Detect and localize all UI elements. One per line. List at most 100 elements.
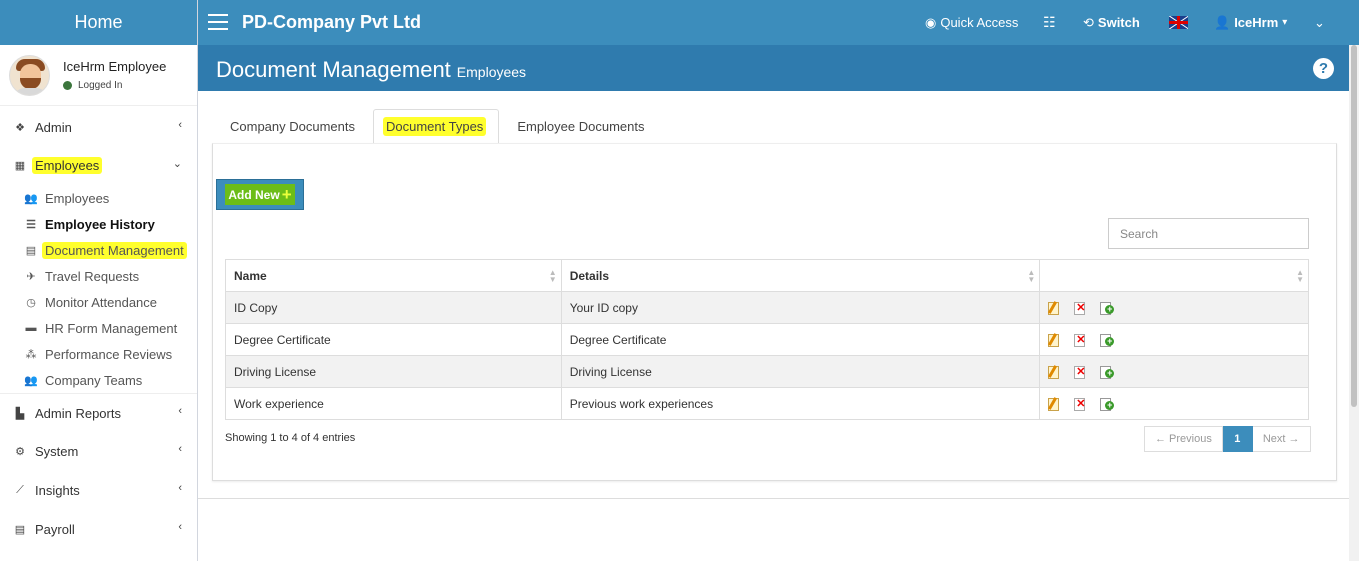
sitemap-icon: ⁂ <box>25 348 37 361</box>
sidebar-item-label: Employees <box>32 156 103 174</box>
sidebar-item-label: Insights <box>35 483 80 498</box>
chevron-down-icon[interactable]: ⌄ <box>1314 0 1325 45</box>
edit-icon[interactable] <box>1048 333 1060 347</box>
chevron-left-icon: ‹ <box>178 521 182 533</box>
next-page-button[interactable]: Next → <box>1252 426 1311 452</box>
switch-button[interactable]: ⟲ Switch <box>1083 0 1140 45</box>
list-icon: ☰ <box>26 218 36 231</box>
table-row: ID Copy Your ID copy <box>225 291 1309 324</box>
tab-document-types[interactable]: Document Types <box>373 109 500 144</box>
submenu-hr-form-management[interactable]: ▬ HR Form Management <box>0 315 197 341</box>
cell-actions <box>1039 291 1309 324</box>
chevron-left-icon: ‹ <box>178 482 182 494</box>
copy-icon[interactable] <box>1100 301 1115 315</box>
grid-icon: ▦ <box>14 159 26 172</box>
sidebar-item-insights[interactable]: ⟋ Insights ‹ <box>0 471 197 510</box>
user-panel: IceHrm Employee Logged In <box>0 45 197 106</box>
compass-icon: ◉ <box>925 14 937 30</box>
vertical-scrollbar[interactable] <box>1349 45 1359 561</box>
edit-icon[interactable] <box>1048 397 1060 411</box>
edit-icon[interactable] <box>1048 365 1060 379</box>
cogs-icon: ⚙ <box>15 446 25 458</box>
chevron-left-icon: ‹ <box>178 119 182 131</box>
scrollbar-thumb[interactable] <box>1351 45 1357 407</box>
search-input[interactable] <box>1108 218 1309 249</box>
user-status: Logged In <box>63 80 166 91</box>
submenu-travel-requests[interactable]: ✈ Travel Requests <box>0 263 197 289</box>
add-new-inner: Add New + <box>225 184 295 205</box>
cell-name: ID Copy <box>225 291 562 324</box>
quick-access-button[interactable]: ◉ Quick Access <box>925 0 1018 45</box>
sort-icon: ▲ ▼ <box>1296 268 1304 284</box>
sidebar-item-label: System <box>35 444 79 459</box>
cell-name: Degree Certificate <box>225 323 562 356</box>
users-icon: 👥 <box>24 192 38 205</box>
tasks-list-icon[interactable]: ☷ <box>1043 0 1056 45</box>
table-info: Showing 1 to 4 of 4 entries <box>225 432 356 444</box>
previous-page-button[interactable]: ← Previous <box>1144 426 1223 452</box>
plane-icon: ✈ <box>26 270 36 283</box>
delete-icon[interactable] <box>1074 397 1085 411</box>
sidebar-item-admin[interactable]: ❖ Admin ‹ <box>0 108 197 146</box>
top-navbar: PD-Company Pvt Ltd ◉ Quick Access ☷ ⟲ Sw… <box>198 0 1359 45</box>
table-row: Driving License Driving License <box>225 355 1309 388</box>
copy-icon[interactable] <box>1100 333 1115 347</box>
file-icon: ▤ <box>25 244 37 257</box>
delete-icon[interactable] <box>1074 301 1085 315</box>
submenu-label: Company Teams <box>45 372 143 388</box>
delete-icon[interactable] <box>1074 333 1085 347</box>
column-header-actions[interactable]: ▲ ▼ <box>1039 259 1309 292</box>
sidebar-item-label: Payroll <box>35 522 75 537</box>
hamburger-menu-icon[interactable] <box>208 14 228 30</box>
chevron-left-icon: ‹ <box>178 443 182 455</box>
sidebar-item-system[interactable]: ⚙ System ‹ <box>0 432 197 471</box>
copy-icon[interactable] <box>1100 397 1115 411</box>
page-button-1[interactable]: 1 <box>1222 426 1253 452</box>
help-icon[interactable]: ? <box>1313 58 1334 79</box>
column-header-name[interactable]: Name ▲ ▼ <box>225 259 562 292</box>
table-header-row: Name ▲ ▼ Details ▲ ▼ ▲ ▼ <box>225 259 1309 292</box>
content-header: Document Management Employees ? <box>198 45 1349 91</box>
pagination: ← Previous 1 Next → <box>1144 426 1311 452</box>
user-menu-label: IceHrm <box>1234 15 1279 30</box>
home-logo[interactable]: Home <box>0 0 197 45</box>
footer-area <box>198 499 1349 561</box>
sidebar-item-payroll[interactable]: ▤ Payroll ‹ <box>0 510 197 549</box>
user-status-label: Logged In <box>78 80 123 91</box>
quick-access-label: Quick Access <box>940 15 1019 30</box>
tab-label: Document Types <box>383 117 487 136</box>
delete-icon[interactable] <box>1074 365 1085 379</box>
submenu-performance-reviews[interactable]: ⁂ Performance Reviews <box>0 341 197 367</box>
table-row: Work experience Previous work experience… <box>225 387 1309 420</box>
clock-icon: ◷ <box>26 296 36 309</box>
copy-icon[interactable] <box>1100 365 1115 379</box>
submenu-document-management[interactable]: ▤ Document Management <box>0 237 197 263</box>
add-new-button[interactable]: Add New + <box>216 179 304 210</box>
submenu-employee-history[interactable]: ☰ Employee History <box>0 211 197 237</box>
submenu-company-teams[interactable]: 👥 Company Teams <box>0 367 197 393</box>
page-title: Document Management Employees <box>216 57 526 83</box>
tab-company-documents[interactable]: Company Documents <box>212 109 373 144</box>
sidebar-item-admin-reports[interactable]: ▙ Admin Reports ‹ <box>0 394 197 432</box>
submenu-monitor-attendance[interactable]: ◷ Monitor Attendance <box>0 289 197 315</box>
user-name: IceHrm Employee <box>63 59 167 74</box>
edit-icon[interactable] <box>1048 301 1060 315</box>
online-dot-icon <box>63 81 72 90</box>
submenu-employees[interactable]: 👥 Employees <box>0 185 197 211</box>
avatar <box>9 54 50 96</box>
cell-details: Degree Certificate <box>560 323 1041 356</box>
sidebar-item-employees[interactable]: ▦ Employees ⌄ <box>0 146 197 184</box>
column-header-details[interactable]: Details ▲ ▼ <box>560 259 1041 292</box>
user-menu[interactable]: 👤 IceHrm ▾ <box>1214 0 1287 45</box>
language-selector[interactable] <box>1169 0 1188 45</box>
reports-icon: ▙ <box>15 407 25 420</box>
document-types-table: Name ▲ ▼ Details ▲ ▼ ▲ ▼ ID Copy Your ID copy… <box>225 259 1309 420</box>
sidebar-item-label: Admin Reports <box>35 405 121 421</box>
tab-employee-documents[interactable]: Employee Documents <box>499 109 662 144</box>
home-label[interactable]: Home <box>74 12 122 33</box>
chevron-left-icon: ‹ <box>178 405 182 417</box>
cubes-icon: ❖ <box>15 121 25 134</box>
sidebar: Home IceHrm Employee Logged In ❖ Admin ‹… <box>0 0 198 561</box>
user-icon: 👤 <box>1214 14 1231 30</box>
chevron-down-icon: ⌄ <box>172 158 182 170</box>
